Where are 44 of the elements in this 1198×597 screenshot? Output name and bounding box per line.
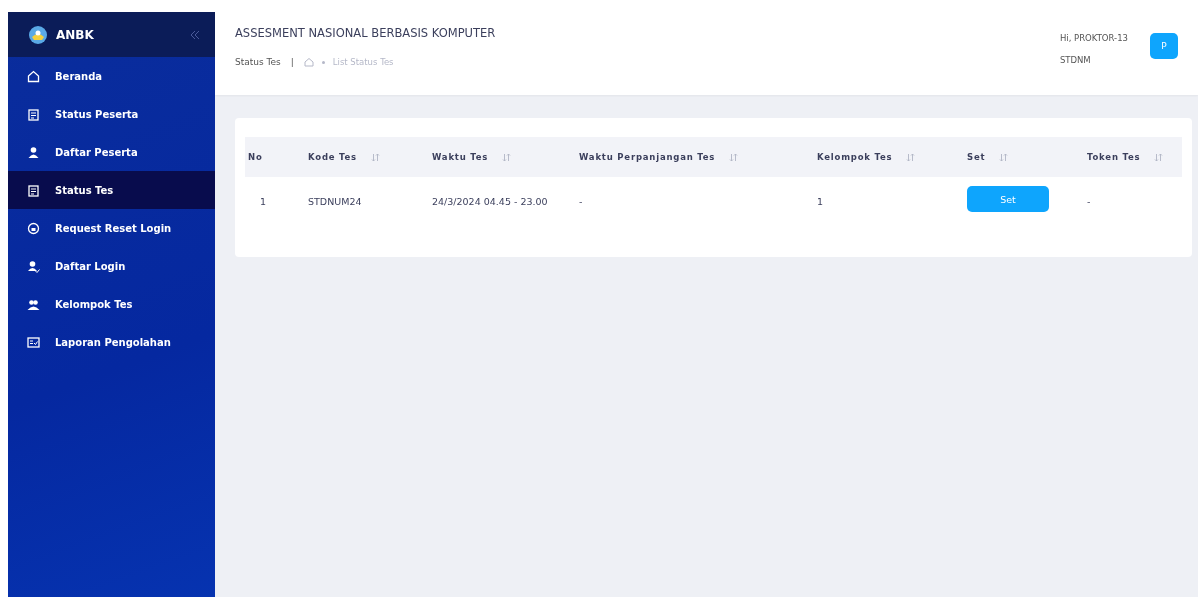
table-cell-text: 1 [259,195,267,207]
report-icon [27,335,40,349]
sidebar-item[interactable]: Request Reset Login [8,209,215,247]
sort-icon[interactable] [906,152,916,162]
brand-name: ANBK [56,27,95,42]
column-header: Set [967,152,986,162]
table-cell: STDNUM24 [308,195,362,207]
sort-icon[interactable] [1154,152,1164,162]
sidebar-item[interactable]: Laporan Pengolahan [8,323,215,361]
sort-icon[interactable] [729,152,739,162]
column-header: Token Tes [1087,152,1141,162]
column-header: No [248,152,263,162]
sidebar-item[interactable]: Status Tes [8,171,215,209]
sort-icon[interactable] [999,152,1009,162]
greeting-text: Hi, PROKTOR-13 [1059,32,1128,43]
person-icon [27,145,40,159]
sort-icon[interactable] [502,152,512,162]
sidebar-item[interactable]: Beranda [8,57,215,95]
table-cell: - [1087,195,1091,207]
sidebar-item[interactable]: Kelompok Tes [8,285,215,323]
breadcrumb-page: Status Tes [235,57,281,67]
dot-icon [321,60,325,64]
column-header: Kelompok Tes [817,152,893,162]
sidebar-item[interactable]: Status Peserta [8,95,215,133]
table-cell: - [579,195,583,207]
column-header: Waktu Perpanjangan Tes [579,152,716,162]
page-title: ASSESMENT NASIONAL BERBASIS KOMPUTER [235,26,496,40]
people-icon [27,297,40,311]
person-check-icon [27,259,40,273]
breadcrumb-separator: | [289,57,295,67]
user-name: STDNM [1059,54,1092,65]
clipboard-icon [27,183,40,197]
home-icon[interactable] [303,57,314,67]
logo-icon [28,24,48,45]
collapse-icon[interactable] [189,28,201,41]
sidebar-item[interactable]: Daftar Login [8,247,215,285]
sort-icon[interactable] [371,152,380,162]
sidebar-item[interactable]: Daftar Peserta [8,133,215,171]
column-header: Waktu Tes [432,152,489,162]
column-header: Kode Tes [308,152,357,162]
table-cell: 24/3/2024 04.45 - 23.00 [432,195,548,207]
home-icon [27,69,40,83]
table-cell: 1 [817,195,824,207]
clipboard-icon [27,107,40,121]
